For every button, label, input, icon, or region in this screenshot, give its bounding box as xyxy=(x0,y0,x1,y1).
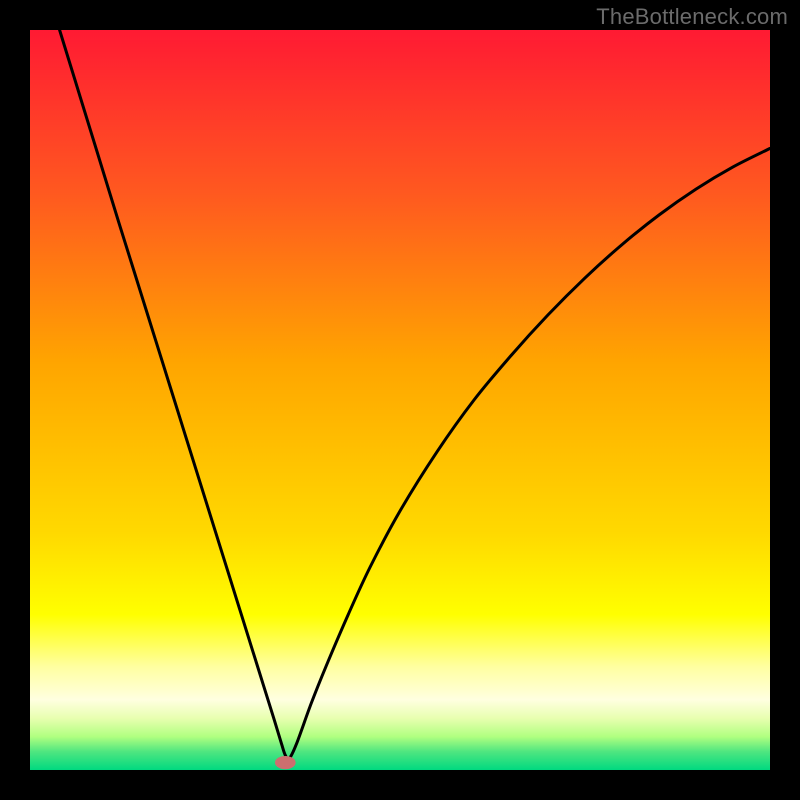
optimal-point-marker xyxy=(275,756,296,769)
chart-svg xyxy=(30,30,770,770)
chart-frame: TheBottleneck.com xyxy=(0,0,800,800)
chart-background-gradient xyxy=(30,30,770,770)
chart-plot-area xyxy=(30,30,770,770)
watermark-text: TheBottleneck.com xyxy=(596,4,788,30)
